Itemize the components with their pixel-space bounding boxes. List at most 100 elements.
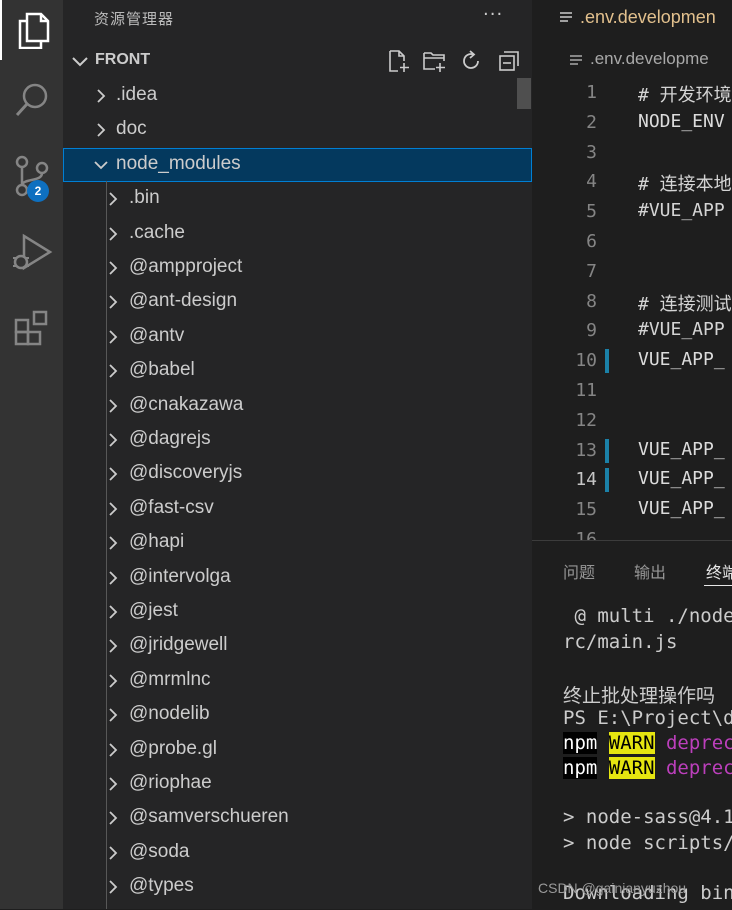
line-number: 15 [575, 499, 597, 521]
tree-item-label: @intervolga [129, 565, 231, 587]
chevron-right-icon [109, 570, 118, 585]
chevron-right-icon [109, 811, 118, 826]
warn-label: WARN [608, 732, 655, 754]
new-folder-icon[interactable] [422, 49, 446, 73]
search-icon [15, 83, 47, 117]
code-line[interactable]: 1 # 开发环境 [532, 78, 732, 108]
explorer-button[interactable] [0, 0, 65, 60]
code-line[interactable]: 10 VUE_APP_ [532, 346, 732, 376]
tree-item[interactable]: @ampproject [63, 251, 532, 285]
code-line[interactable]: 3 [532, 138, 732, 168]
folder-section-label: FRONT [95, 51, 151, 68]
tree-item-selected[interactable]: node_modules [63, 147, 532, 182]
tree-item[interactable]: @riophae [63, 767, 532, 801]
editor-tabbar: .env.developmen [532, 0, 732, 38]
chevron-right-icon [109, 777, 118, 791]
extensions-button[interactable] [0, 298, 63, 358]
code-text: VUE_APP_ [638, 438, 725, 460]
modified-line-marker [605, 468, 609, 493]
tree-item-label: @jest [129, 600, 178, 621]
terminal-line: > node scripts/ [563, 832, 732, 854]
code-line[interactable]: 9 #VUE_APP [532, 316, 732, 346]
active-tab-underline [704, 585, 732, 586]
tree-item-label: @babel [129, 359, 195, 381]
tree-item[interactable]: @hapi [63, 526, 532, 560]
tree-item-label: .bin [129, 187, 160, 209]
line-number: 5 [586, 201, 597, 223]
lines-file-icon [560, 12, 572, 22]
tree-item[interactable]: @babel [63, 354, 532, 388]
tree-item-label: @ant-design [129, 290, 238, 312]
line-number: 9 [586, 320, 597, 342]
tree-item-label: @types [129, 875, 194, 897]
tree-item[interactable]: .idea [63, 79, 532, 113]
code-line[interactable]: 6 [532, 227, 732, 257]
code-line[interactable]: 15 VUE_APP_ [532, 495, 732, 525]
tree-item[interactable]: @fast-csv [63, 492, 532, 526]
tab-output[interactable]: 输出 [634, 559, 666, 583]
editor-tab-title: .env.developmen [580, 7, 716, 27]
tree-item[interactable]: @jridgewell [63, 629, 532, 663]
tree-item-label: @ampproject [129, 256, 243, 277]
tree-item[interactable]: @nodelib [63, 698, 532, 732]
tree-item[interactable]: doc [63, 113, 532, 147]
code-line[interactable]: 11 [532, 376, 732, 406]
tree-item-label: @antv [129, 324, 185, 346]
tree-item[interactable]: @antv [63, 320, 532, 354]
tree-item-label: @nodelib [129, 703, 210, 725]
tree-item[interactable]: @discoveryjs [63, 457, 532, 491]
chevron-down-icon [94, 161, 108, 170]
extensions-icon [14, 310, 47, 346]
tree-item[interactable]: @mrmlnc [63, 664, 532, 698]
code-line[interactable]: 14 VUE_APP_ [532, 465, 732, 495]
tree-item[interactable]: .cache [63, 217, 532, 251]
tree-item[interactable]: @samverschueren [63, 801, 532, 835]
code-text: VUE_APP_ [638, 349, 725, 371]
more-actions-button[interactable]: ··· [483, 4, 503, 25]
search-button[interactable] [0, 70, 63, 130]
tab-problems[interactable]: 问题 [563, 559, 595, 583]
tree-item[interactable]: @types [63, 870, 532, 904]
editor-tab[interactable]: .env.developmen [532, 0, 732, 38]
tab-terminal[interactable]: 终端 [706, 559, 732, 583]
breadcrumb[interactable]: .env.developme [532, 45, 732, 75]
refresh-icon[interactable] [459, 49, 483, 73]
code-text: #VUE_APP [638, 200, 725, 222]
tree-item-label: @fast-csv [129, 496, 214, 518]
tree-item[interactable]: @dagrejs [63, 423, 532, 457]
tree-item[interactable]: @probe.gl [63, 733, 532, 767]
tree-item[interactable]: @ant-design [63, 285, 532, 319]
chevron-right-icon [109, 605, 118, 619]
tree-item[interactable]: @soda [63, 836, 532, 870]
code-line[interactable]: 2 NODE_ENV [532, 108, 732, 138]
terminal-warn-line: npm WARN deprec [563, 732, 732, 754]
modified-line-marker [605, 349, 609, 374]
chevron-right-icon [109, 295, 118, 310]
tree-item-label: @cnakazawa [129, 393, 244, 415]
run-debug-button[interactable] [0, 222, 63, 282]
new-file-icon[interactable] [386, 49, 410, 73]
tree-item-label: @jridgewell [129, 634, 228, 656]
tree-item[interactable]: @jest [63, 595, 532, 629]
run-debug-icon [12, 233, 52, 271]
line-number: 6 [586, 231, 597, 252]
npm-label: npm [563, 732, 598, 754]
code-text: NODE_ENV [638, 110, 725, 132]
code-line[interactable]: 5 #VUE_APP [532, 197, 732, 227]
code-line[interactable]: 16 [532, 525, 732, 540]
code-line[interactable]: 7 [532, 257, 732, 287]
tree-item[interactable]: .bin [63, 182, 532, 216]
chevron-right-icon [109, 536, 118, 550]
tree-item[interactable]: @intervolga [63, 561, 532, 595]
code-line[interactable]: 8 # 连接测试 [532, 287, 732, 317]
code-line[interactable]: 13 VUE_APP_ [532, 436, 732, 466]
tree-item-label: doc [116, 118, 147, 140]
chevron-right-icon [109, 433, 118, 447]
chevron-right-icon [109, 502, 118, 516]
code-line[interactable]: 12 [532, 406, 732, 436]
chevron-right-icon [109, 330, 118, 344]
tree-item[interactable]: @cnakazawa [63, 389, 532, 423]
chevron-right-icon [109, 880, 118, 894]
collapse-all-icon[interactable] [497, 49, 521, 73]
code-line[interactable]: 4 # 连接本地 [532, 167, 732, 197]
